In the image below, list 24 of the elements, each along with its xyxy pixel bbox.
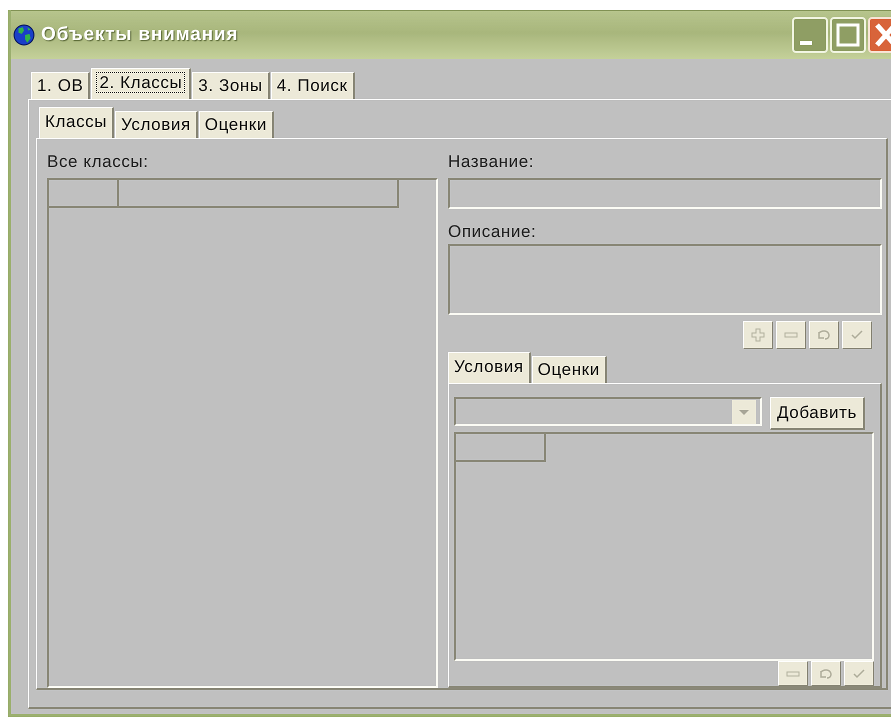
maximize-icon[interactable] bbox=[830, 17, 866, 53]
window-title: Объекты внимания bbox=[41, 24, 240, 46]
list-label: Все классы: bbox=[47, 152, 150, 172]
column-header[interactable] bbox=[456, 434, 546, 462]
globe-icon bbox=[13, 24, 35, 46]
tab[interactable]: Условия bbox=[448, 352, 531, 383]
tab[interactable]: 4. Поиск bbox=[270, 72, 355, 99]
column-header[interactable] bbox=[119, 180, 399, 208]
field-label: Описание: bbox=[448, 222, 538, 242]
tab[interactable]: Оценки bbox=[198, 111, 274, 138]
tab[interactable]: 1. ОВ bbox=[31, 72, 90, 99]
name-field[interactable] bbox=[448, 178, 882, 209]
add-button[interactable]: Добавить bbox=[770, 397, 865, 430]
plus-icon bbox=[750, 326, 766, 343]
tab[interactable]: Классы bbox=[39, 107, 114, 138]
tab[interactable]: Условия bbox=[115, 111, 198, 138]
tab[interactable]: Оценки bbox=[532, 356, 607, 383]
field-label: Название: bbox=[448, 152, 536, 172]
minimize-icon[interactable] bbox=[792, 17, 828, 53]
tab[interactable]: 3. Зоны bbox=[192, 72, 270, 99]
description-field[interactable] bbox=[448, 244, 882, 315]
column-header[interactable] bbox=[49, 180, 119, 208]
tab[interactable]: 2. Классы bbox=[91, 68, 192, 99]
condition-dropdown[interactable] bbox=[454, 397, 762, 426]
